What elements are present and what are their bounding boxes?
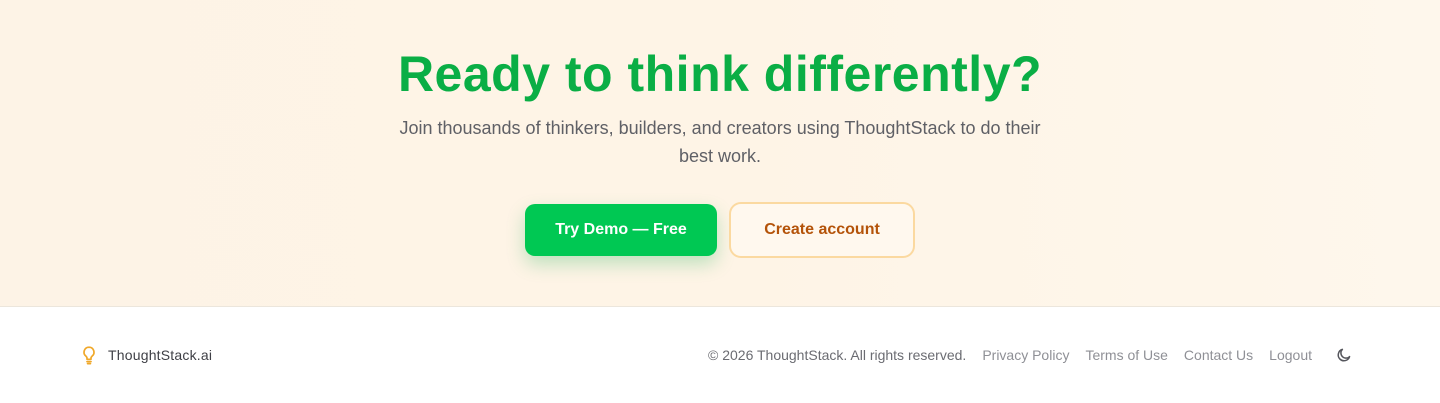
brand-name: ThoughtStack.ai [108, 347, 213, 363]
cta-title: Ready to think differently? [397, 46, 1043, 102]
lightbulb-icon [83, 346, 95, 365]
try-demo-button[interactable]: Try Demo — Free [525, 204, 717, 256]
footer-link-privacy[interactable]: Privacy Policy [982, 347, 1069, 363]
create-account-button[interactable]: Create account [729, 202, 915, 258]
moon-icon[interactable] [1336, 347, 1352, 363]
footer: ThoughtStack.ai © 2026 ThoughtStack. All… [0, 307, 1440, 403]
cta-section: Ready to think differently? Join thousan… [0, 0, 1440, 307]
footer-brand[interactable]: ThoughtStack.ai [80, 345, 212, 365]
footer-link-terms[interactable]: Terms of Use [1085, 347, 1167, 363]
footer-link-logout[interactable]: Logout [1269, 347, 1312, 363]
cta-subtitle: Join thousands of thinkers, builders, an… [399, 118, 1041, 166]
footer-right: © 2026 ThoughtStack. All rights reserved… [708, 345, 1352, 365]
copyright-text: © 2026 ThoughtStack. All rights reserved… [708, 347, 967, 363]
footer-link-contact[interactable]: Contact Us [1184, 347, 1253, 363]
